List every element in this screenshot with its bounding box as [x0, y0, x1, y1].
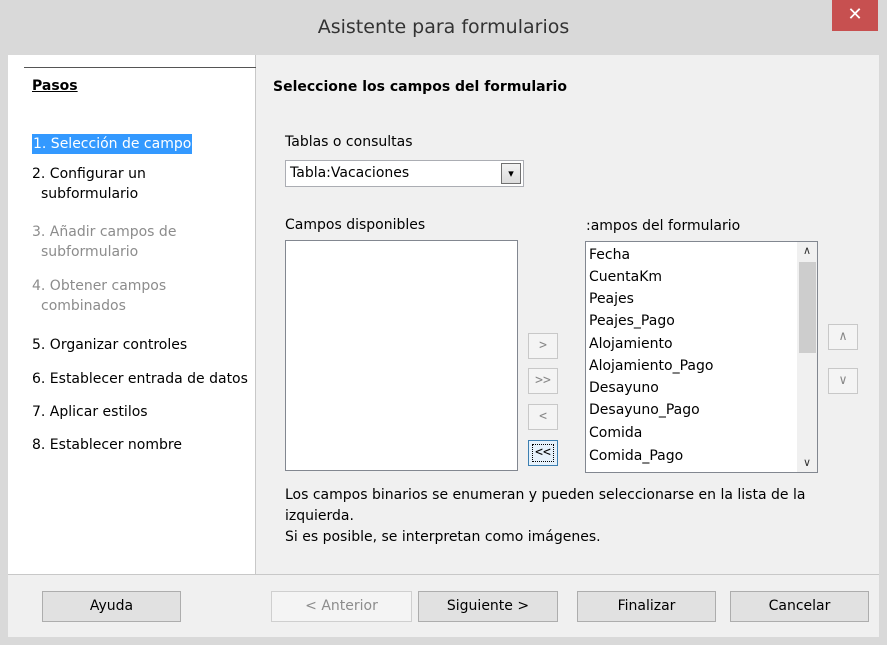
tables-select[interactable]: Tabla:Vacaciones ▾ — [285, 160, 524, 187]
close-icon: ✕ — [847, 4, 863, 25]
list-item[interactable]: CuentaKm — [589, 266, 662, 288]
page-heading: Seleccione los campos del formulario — [273, 79, 567, 95]
move-up-button[interactable]: ∧ — [828, 324, 858, 350]
list-item[interactable]: Comida — [589, 422, 642, 444]
step-5[interactable]: 5. Organizar controles — [32, 335, 187, 355]
tables-label: Tablas o consultas — [285, 134, 413, 150]
chevron-down-icon: ∨ — [839, 373, 847, 388]
close-button[interactable]: ✕ — [832, 0, 878, 31]
available-fields-list[interactable] — [285, 240, 518, 471]
list-item[interactable]: Desayuno_Pago — [589, 399, 700, 421]
dialog-window: Asistente para formularios ✕ Pasos 1. Se… — [0, 0, 887, 645]
info-text: Los campos binarios se enumeran y pueden… — [285, 487, 806, 545]
footer-bar: Ayuda < Anterior Siguiente > Finalizar C… — [8, 574, 879, 637]
add-field-button[interactable]: > — [528, 333, 558, 359]
scrollbar-thumb[interactable] — [799, 262, 816, 353]
step-2[interactable]: 2. Configurar un subformulario — [32, 164, 146, 204]
remove-field-button[interactable]: < — [528, 404, 558, 430]
focus-ring — [532, 444, 554, 462]
step-7[interactable]: 7. Aplicar estilos — [32, 402, 148, 422]
steps-panel: Pasos 1. Selección de campo 2. Configura… — [8, 55, 256, 574]
add-all-fields-button[interactable]: >> — [528, 368, 558, 394]
main-panel: Seleccione los campos del formulario Tab… — [257, 55, 879, 574]
step-4: 4. Obtener campos combinados — [32, 278, 167, 314]
step-1[interactable]: 1. Selección de campo — [32, 134, 193, 154]
list-item[interactable]: Alojamiento_Pago — [589, 355, 713, 377]
form-fields-list[interactable]: Fecha CuentaKm Peajes Peajes_Pago Alojam… — [585, 241, 818, 473]
available-fields-label: Campos disponibles — [285, 217, 426, 233]
scroll-up-icon[interactable]: ∧ — [797, 242, 817, 260]
step-3: 3. Añadir campos de subformulario — [32, 224, 177, 260]
list-item[interactable]: Alojamiento — [589, 333, 673, 355]
step-6[interactable]: 6. Establecer entrada de datos — [32, 369, 248, 389]
next-button[interactable]: Siguiente > — [418, 591, 558, 622]
back-button: < Anterior — [271, 591, 412, 622]
form-fields-scrollbar[interactable]: ∧ ∨ — [797, 242, 817, 472]
steps-divider — [24, 67, 256, 68]
finish-button[interactable]: Finalizar — [577, 591, 716, 622]
tables-select-value: Tabla:Vacaciones — [290, 165, 410, 181]
help-button[interactable]: Ayuda — [42, 591, 181, 622]
list-item[interactable]: Fecha — [589, 244, 630, 266]
chevron-down-icon[interactable]: ▾ — [501, 163, 521, 184]
steps-title: Pasos — [32, 78, 78, 94]
chevron-up-icon: ∧ — [839, 329, 847, 344]
scroll-down-icon[interactable]: ∨ — [797, 454, 817, 472]
title-bar[interactable]: Asistente para formularios ✕ — [0, 0, 887, 55]
list-item[interactable]: Peajes_Pago — [589, 310, 675, 332]
list-item[interactable]: Comida_Pago — [589, 445, 683, 467]
list-item[interactable]: Desayuno — [589, 377, 659, 399]
form-fields-label: :ampos del formulario — [586, 218, 741, 234]
list-item[interactable]: Peajes — [589, 288, 634, 310]
cancel-button[interactable]: Cancelar — [730, 591, 869, 622]
dialog-title: Asistente para formularios — [317, 16, 570, 38]
remove-all-fields-button[interactable]: << — [528, 440, 558, 466]
step-8[interactable]: 8. Establecer nombre — [32, 435, 182, 455]
dialog-body: Pasos 1. Selección de campo 2. Configura… — [8, 55, 879, 637]
move-down-button[interactable]: ∨ — [828, 368, 858, 394]
